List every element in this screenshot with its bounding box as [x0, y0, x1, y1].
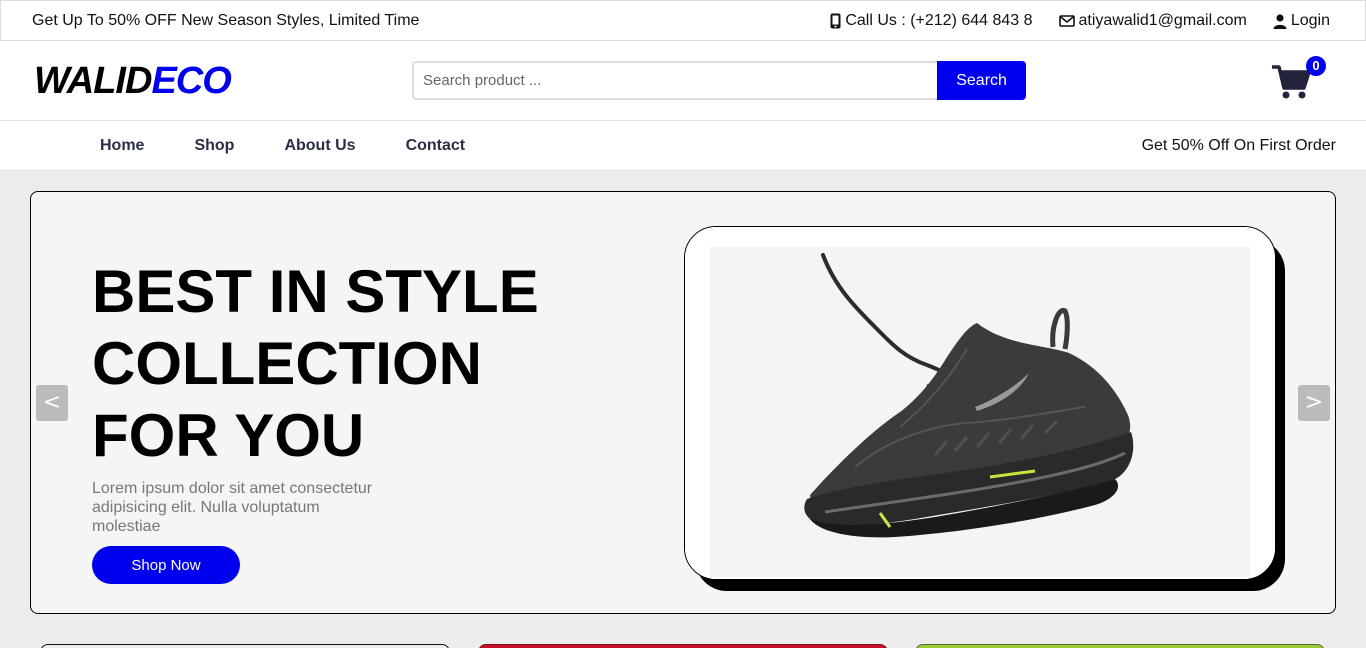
phone-text: Call Us : (+212) 644 843 8: [845, 12, 1033, 29]
shopping-cart-icon[interactable]: [1271, 63, 1311, 101]
phone-contact[interactable]: Call Us : (+212) 644 843 8: [830, 12, 1033, 30]
hero-title: BEST IN STYLE COLLECTION FOR YOU: [92, 256, 539, 472]
mobile-phone-icon: [830, 13, 841, 29]
search-button[interactable]: Search: [937, 61, 1026, 100]
login-label: Login: [1290, 12, 1330, 29]
cart-count-badge: 0: [1306, 56, 1326, 76]
email-contact[interactable]: atiyawalid1@gmail.com: [1058, 12, 1247, 30]
category-card[interactable]: [40, 644, 450, 648]
running-shoe-image: [685, 227, 1275, 579]
promo-text: Get Up To 50% OFF New Season Styles, Lim…: [32, 12, 420, 29]
login-link[interactable]: Login: [1273, 12, 1330, 30]
hero-description: Lorem ipsum dolor sit amet consectetur a…: [92, 480, 373, 535]
category-card[interactable]: [915, 644, 1325, 648]
first-order-offer: Get 50% Off On First Order: [1141, 137, 1336, 154]
user-icon: [1273, 13, 1287, 29]
shop-now-button[interactable]: Shop Now: [92, 546, 240, 584]
nav-link-home[interactable]: Home: [100, 137, 144, 155]
hero-title-line: BEST IN STYLE: [92, 258, 539, 325]
slider-next-button[interactable]: >: [1298, 385, 1330, 421]
email-text: atiyawalid1@gmail.com: [1078, 12, 1247, 29]
search-bar: Search: [412, 61, 1026, 100]
logo-part-1: WALID: [34, 60, 152, 102]
site-header: WALIDECO Search 0: [0, 41, 1366, 121]
nav-link-contact[interactable]: Contact: [406, 137, 466, 155]
hero-image-frame: [684, 226, 1276, 580]
logo-part-2: ECO: [151, 60, 231, 102]
hero-slider: BEST IN STYLE COLLECTION FOR YOU Lorem i…: [30, 191, 1336, 614]
nav-link-about[interactable]: About Us: [284, 137, 355, 155]
site-logo[interactable]: WALIDECO: [34, 60, 232, 103]
hero-title-line: COLLECTION: [92, 330, 482, 397]
category-card[interactable]: [478, 644, 888, 648]
search-input[interactable]: [412, 61, 938, 100]
top-bar-contacts: Call Us : (+212) 644 843 8 atiyawalid1@g…: [830, 12, 1330, 30]
nav-link-shop[interactable]: Shop: [194, 137, 234, 155]
slider-prev-button[interactable]: <: [36, 385, 68, 421]
envelope-icon: [1058, 15, 1075, 27]
top-bar: Get Up To 50% OFF New Season Styles, Lim…: [0, 0, 1366, 41]
main-nav: Home Shop About Us Contact Get 50% Off O…: [0, 121, 1366, 171]
hero-title-line: FOR YOU: [92, 402, 365, 469]
nav-links: Home Shop About Us Contact: [100, 137, 515, 155]
